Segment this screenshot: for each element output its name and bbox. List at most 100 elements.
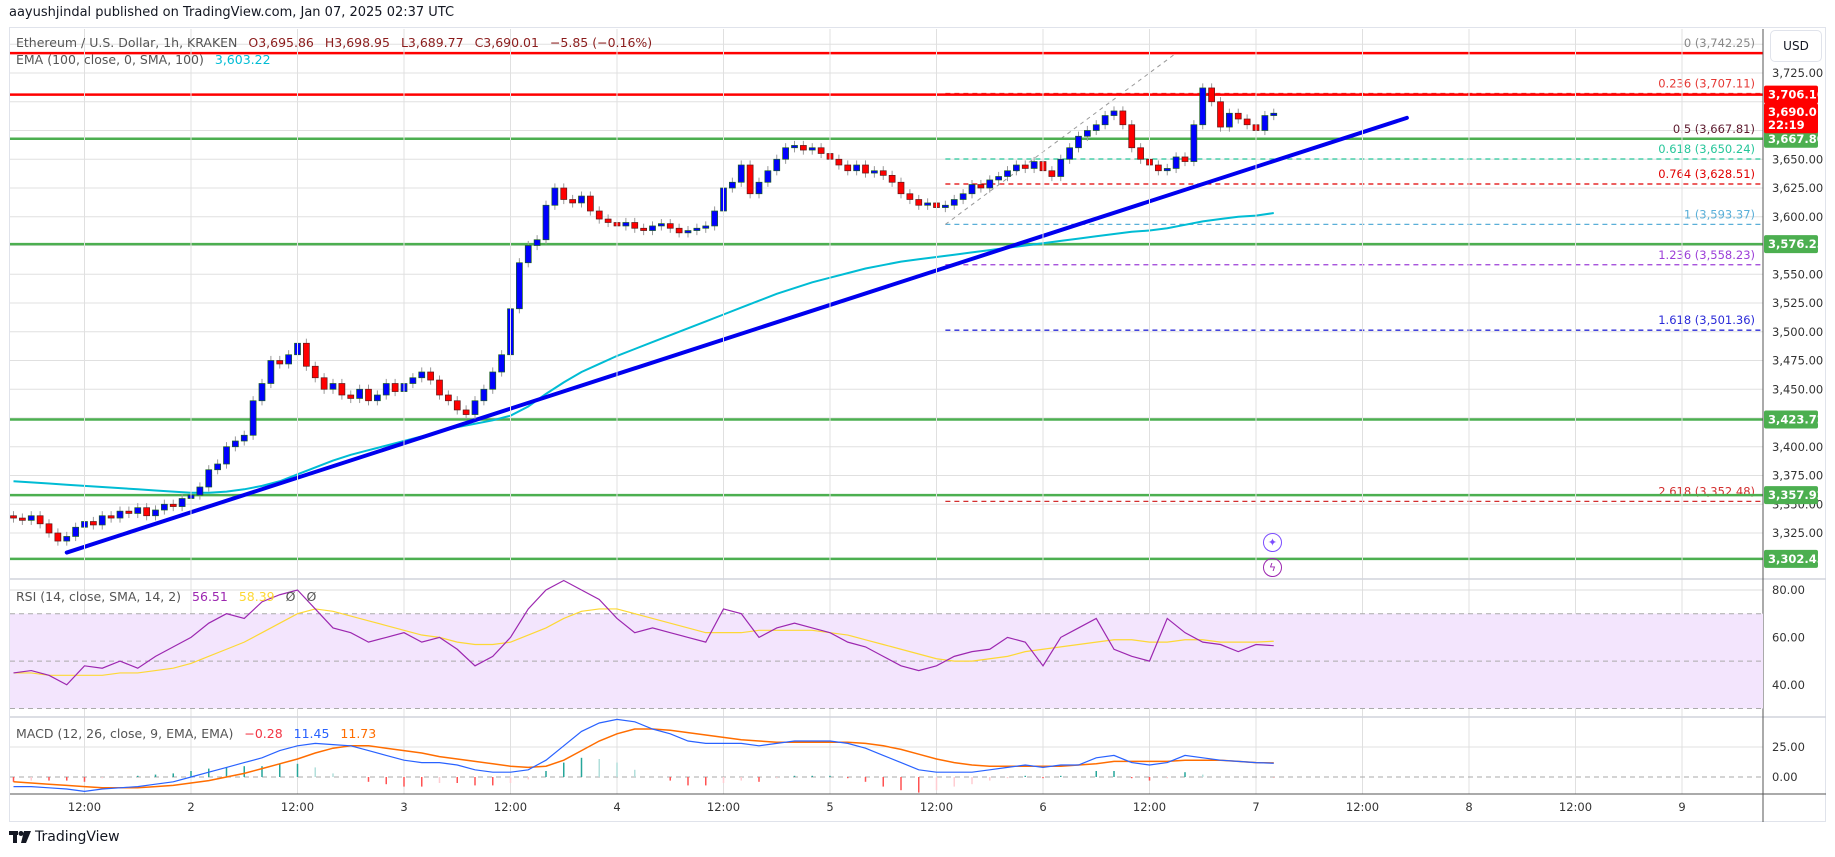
candle-bullish <box>356 388 363 399</box>
current-price-label: 3,690.01 <box>1768 105 1825 119</box>
candle-bullish <box>1057 158 1065 177</box>
candle-bullish <box>853 164 860 172</box>
price-tag-label: 3,302.45 <box>1768 552 1825 566</box>
price-tick-label: 3,525.00 <box>1772 296 1823 310</box>
candle-bearish <box>90 521 97 526</box>
fib-level-label: 0.764 (3,628.51) <box>1658 167 1755 181</box>
time-tick-label: 12:00 <box>707 800 740 814</box>
macd-legend[interactable]: MACD (12, 26, close, 9, EMA, EMA) −0.28 … <box>16 726 383 741</box>
candle-bearish <box>462 409 470 415</box>
candle-bearish <box>666 223 674 229</box>
candle-bullish <box>27 515 35 521</box>
symbol-legend: Ethereum / U.S. Dollar, 1h, KRAKEN O3,69… <box>16 35 659 50</box>
high-value: H3,698.95 <box>324 35 390 50</box>
tradingview-logo-icon <box>9 831 31 843</box>
candle-bullish <box>871 170 878 174</box>
candle-bearish <box>1234 112 1242 120</box>
candle-bullish <box>1172 156 1180 169</box>
price-tick-label: 3,625.00 <box>1772 181 1823 195</box>
candle-bearish <box>45 523 53 534</box>
candle-bearish <box>604 218 612 223</box>
candle-bullish <box>995 176 1002 181</box>
time-tick-label: 12:00 <box>1346 800 1379 814</box>
time-tick-label: 12:00 <box>281 800 314 814</box>
candle-bullish <box>134 507 142 514</box>
candle-bullish <box>1013 164 1020 172</box>
time-tick-label: 4 <box>613 800 620 814</box>
candle-bullish <box>986 179 994 189</box>
candle-bullish <box>1101 115 1109 126</box>
candle-bullish <box>649 225 656 231</box>
candle-bullish <box>684 230 692 234</box>
candle-bearish <box>1048 170 1056 177</box>
sparkle-icon[interactable]: ✦ <box>1263 533 1282 552</box>
lightning-icon[interactable]: ϟ <box>1263 558 1282 577</box>
rsi-tick-label: 80.00 <box>1772 583 1805 597</box>
candle-bullish <box>711 210 718 227</box>
candle-bullish <box>1163 168 1171 172</box>
macd-tick-label: 25.00 <box>1772 740 1805 754</box>
candle-bullish <box>178 498 186 507</box>
rsi-tick-label: 40.00 <box>1772 678 1805 692</box>
ema-value: 3,603.22 <box>214 52 271 67</box>
candle-bearish <box>1217 101 1224 128</box>
candle-bearish <box>303 342 310 367</box>
time-tick-label: 6 <box>1039 800 1046 814</box>
price-tick-label: 3,725.00 <box>1772 66 1823 80</box>
candle-bullish <box>249 400 257 436</box>
candle-bullish <box>152 509 159 517</box>
currency-button[interactable]: USD <box>1770 30 1822 62</box>
candle-bullish <box>755 181 763 195</box>
macd-tick-label: 0.00 <box>1772 770 1798 784</box>
candle-bearish <box>338 383 346 396</box>
candle-bullish <box>924 202 931 206</box>
price-tick-label: 3,600.00 <box>1772 210 1823 224</box>
candle-bullish <box>72 526 79 537</box>
candle-bullish <box>1092 124 1100 131</box>
candle-bullish <box>968 184 976 195</box>
change-value: −5.85 (−0.16%) <box>549 35 653 50</box>
candle-bearish <box>800 145 807 151</box>
ema-line <box>13 212 1274 494</box>
candle-bullish <box>205 469 213 488</box>
time-tick-label: 7 <box>1252 800 1259 814</box>
candle-bullish <box>1066 147 1073 160</box>
candle-bullish <box>658 223 665 227</box>
candle-bearish <box>631 222 639 229</box>
candle-bullish <box>737 164 745 183</box>
macd-label: MACD (12, 26, close, 9, EMA, EMA) <box>16 726 234 741</box>
candle-bearish <box>897 181 905 195</box>
candle-bullish <box>1199 87 1207 126</box>
candle-bearish <box>347 394 355 399</box>
price-tick-label: 3,325.00 <box>1772 526 1823 540</box>
price-tick-label: 3,650.00 <box>1772 152 1823 166</box>
fib-level-label: 0.236 (3,707.11) <box>1658 77 1755 91</box>
time-tick-label: 9 <box>1678 800 1685 814</box>
fib-level-label: 0 (3,742.25) <box>1684 36 1755 50</box>
candle-bullish <box>729 181 736 189</box>
candle-bullish <box>791 145 798 149</box>
price-pane: 0 (3,742.25) 0.236 (3,707.11) 0.5 (3,667.8… <box>10 36 1763 561</box>
candle-bullish <box>489 371 497 390</box>
candle-bearish <box>844 164 852 172</box>
candle-bullish <box>1226 112 1233 128</box>
trendline <box>64 115 1409 555</box>
candle-bearish <box>125 510 133 514</box>
candle-bearish <box>1119 110 1127 126</box>
ema-legend[interactable]: EMA (100, close, 0, SMA, 100) 3,603.22 <box>16 52 278 67</box>
tradingview-logo[interactable]: TradingView <box>9 829 120 845</box>
countdown-label: 22:19 <box>1768 118 1805 132</box>
candle-bullish <box>1270 112 1278 116</box>
candle-bearish <box>569 199 576 204</box>
candle-bearish <box>54 532 62 542</box>
time-tick-label: 5 <box>826 800 833 814</box>
candle-bearish <box>427 371 434 381</box>
low-value: L3,689.77 <box>400 35 464 50</box>
fib-level-label: 0.5 (3,667.81) <box>1673 122 1755 136</box>
candle-bearish <box>746 164 754 195</box>
candle-bullish <box>1110 110 1118 116</box>
symbol-title: Ethereum / U.S. Dollar, 1h, KRAKEN <box>16 35 238 50</box>
macd-signal-value: 11.73 <box>340 726 377 741</box>
rsi-legend[interactable]: RSI (14, close, SMA, 14, 2) 56.51 58.39 … <box>16 589 323 604</box>
candle-bearish <box>977 184 985 189</box>
